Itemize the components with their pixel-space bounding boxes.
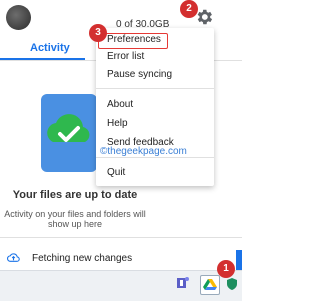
scrollbar[interactable] (236, 250, 242, 270)
cloud-sync-icon (7, 253, 20, 262)
menu-divider (96, 157, 214, 158)
taskbar-drive-button[interactable] (200, 275, 220, 295)
google-drive-icon (203, 279, 217, 290)
watermark: ©thegeekpage.com (100, 146, 187, 157)
status-title: Your files are up to date (12, 189, 138, 201)
menu-item-about[interactable]: About (96, 97, 214, 113)
avatar[interactable] (6, 5, 31, 30)
step-badge-2: 2 (180, 0, 198, 18)
menu-item-label: Quit (107, 167, 126, 178)
status-subtitle: Activity on your files and folders will … (4, 209, 146, 229)
shield-icon[interactable] (226, 278, 238, 290)
menu-item-label: About (107, 99, 134, 110)
menu-item-label: Error list (107, 51, 145, 62)
menu-divider (96, 88, 214, 89)
cloud-check-illustration (41, 94, 97, 172)
menu-item-label: Help (107, 118, 128, 129)
menu-item-error-list[interactable]: Error list (96, 49, 214, 65)
menu-item-pause-syncing[interactable]: Pause syncing (96, 67, 214, 83)
tab-activity[interactable]: Activity (30, 42, 70, 54)
settings-menu: Preferences Error list Pause syncing Abo… (96, 28, 214, 186)
preferences-highlight (98, 33, 168, 49)
menu-item-help[interactable]: Help (96, 116, 214, 132)
step-badge-1: 1 (217, 260, 235, 278)
menu-item-quit[interactable]: Quit (96, 165, 214, 181)
footer-divider (0, 237, 242, 238)
step-badge-3: 3 (89, 24, 107, 42)
teams-icon[interactable] (177, 276, 189, 290)
fetching-status: Fetching new changes (32, 253, 133, 264)
menu-item-label: Pause syncing (107, 69, 173, 80)
